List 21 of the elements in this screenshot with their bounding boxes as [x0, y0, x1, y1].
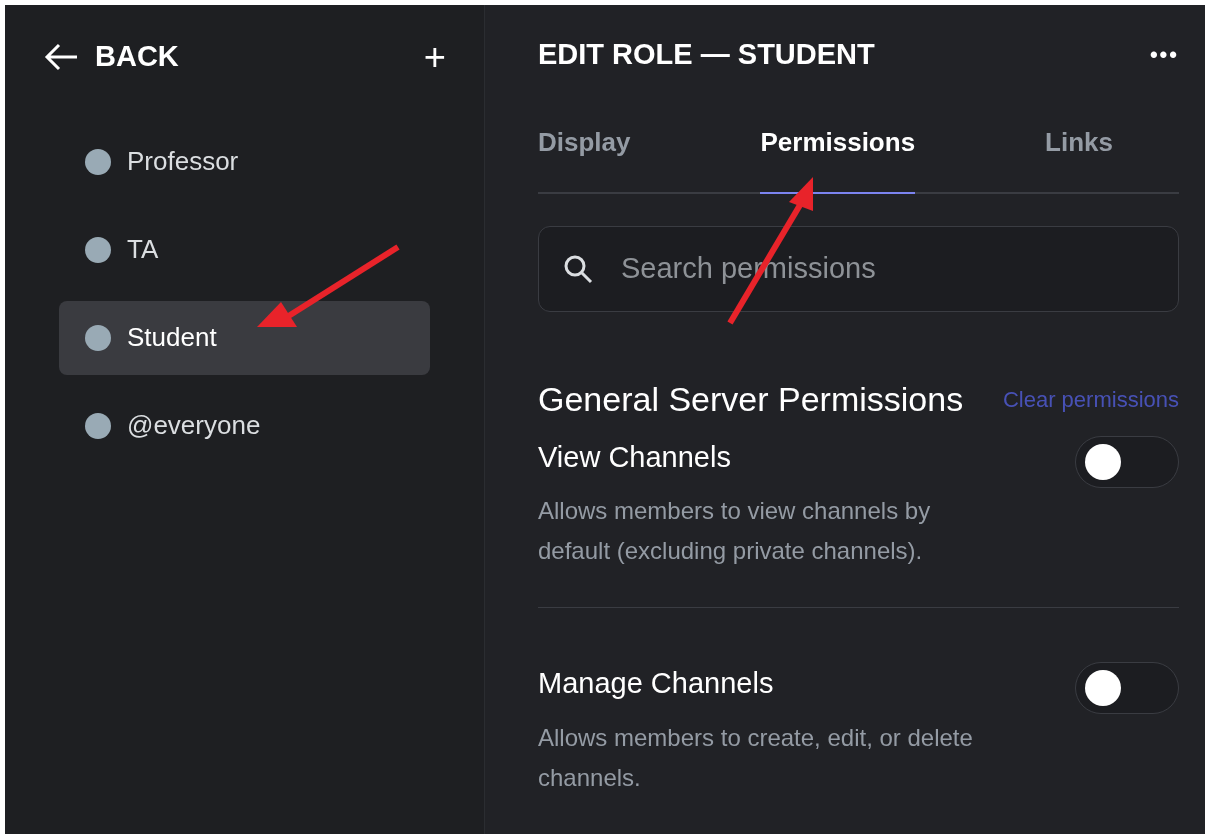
permission-name: View Channels [538, 439, 732, 475]
role-item[interactable]: TA [59, 212, 430, 287]
tab[interactable]: Links [1045, 122, 1113, 194]
role-name: Professor [127, 145, 239, 178]
role-name: TA [127, 233, 159, 266]
role-item[interactable]: Student [59, 300, 430, 375]
role-name: @everyone [127, 409, 261, 442]
role-item[interactable]: Professor [59, 124, 430, 199]
permission-description: Allows members to create, edit, or delete channels. [538, 722, 974, 793]
permission-name: Manage Channels [538, 666, 775, 701]
back-arrow-icon [43, 41, 79, 72]
page-title: EDIT ROLE — STUDENT [538, 37, 875, 72]
toggle-switch[interactable] [1075, 662, 1179, 714]
permission-description: Allows members to view channels by default (excluding private channels). [538, 496, 932, 566]
role-name: Student [127, 321, 217, 354]
add-role-button[interactable]: + [423, 37, 446, 76]
back-button[interactable]: BACK [43, 35, 179, 79]
more-button[interactable]: ••• [1149, 38, 1179, 72]
section-heading: General Server Permissions [538, 381, 964, 416]
tab[interactable]: Display [538, 122, 631, 194]
role-item[interactable]: @everyone [59, 388, 430, 463]
